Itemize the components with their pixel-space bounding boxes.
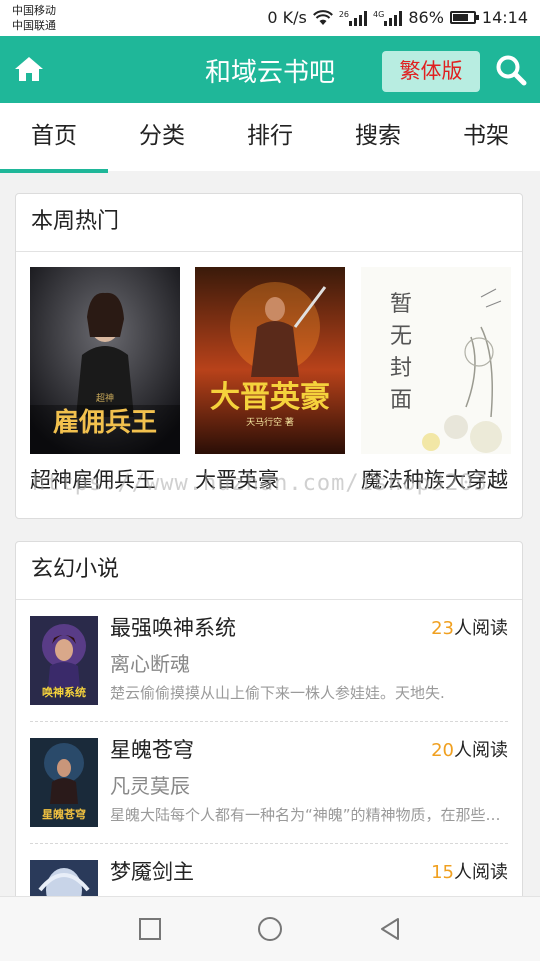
cover-title: 雇佣兵王: [53, 407, 157, 438]
book-list-item[interactable]: 星魄苍穹 星魄苍穹 20人阅读 凡灵莫辰 星魄大陆每个人都有一种名为“神魄”的精…: [30, 722, 508, 844]
read-count: 23人阅读: [431, 614, 508, 640]
battery-fill: [452, 14, 469, 21]
app-header: 和域云书吧 繁体版: [0, 36, 540, 103]
read-count-number: 23: [431, 618, 454, 639]
book-cover[interactable]: 超神 雇佣兵王: [30, 267, 180, 454]
tab-bookshelf[interactable]: 书架: [432, 103, 540, 171]
system-nav-bar: [0, 896, 540, 961]
fantasy-novels-panel: 玄幻小说 唤神系统 最强唤神系统 23人阅读 离心断魂 楚云偷偷摸摸从山上偷下来…: [15, 541, 523, 921]
read-count-suffix: 人阅读: [454, 862, 508, 883]
battery-icon: [449, 11, 479, 24]
book-description: 楚云偷偷摸摸从山上偷下来一株人参娃娃。天地失.: [110, 684, 445, 702]
weekly-hot-panel: 本周热门 超神 雇佣兵王 超神雇佣兵王 大晋英豪 天马行空 著 大晋英豪 暂 无…: [15, 193, 523, 519]
tab-search[interactable]: 搜索: [324, 103, 432, 171]
hot-book-title[interactable]: 超神雇佣兵王: [30, 464, 180, 494]
main-tabs: 首页 分类 排行 搜索 书架: [0, 103, 540, 173]
clock: 14:14: [481, 8, 528, 27]
signal-2-icon: [384, 10, 403, 26]
book-cover[interactable]: 唤神系统: [30, 616, 98, 705]
fantasy-heading: 玄幻小说: [16, 542, 522, 600]
signal-1-label: 26: [338, 9, 350, 19]
book-title[interactable]: 梦魇剑主: [110, 856, 194, 886]
book-cover[interactable]: 星魄苍穹: [30, 738, 98, 827]
carrier-2: 中国联通: [12, 19, 56, 32]
hot-book-title[interactable]: 魔法种族大穿越: [361, 464, 511, 494]
read-count-suffix: 人阅读: [454, 618, 508, 639]
hot-book-item[interactable]: 大晋英豪 天马行空 著 大晋英豪: [195, 267, 345, 494]
book-description: 星魄大陆每个人都有一种名为“神魄”的精神物质，在那些灵魂: [110, 806, 508, 824]
book-author[interactable]: 离心断魂: [110, 648, 190, 677]
signal-1-icon: [349, 10, 368, 26]
battery-percent: 86%: [408, 8, 444, 27]
back-icon[interactable]: [376, 915, 404, 943]
hot-book-item[interactable]: 超神 雇佣兵王 超神雇佣兵王: [30, 267, 180, 494]
cover-title: 大晋英豪: [210, 380, 330, 415]
tab-category[interactable]: 分类: [108, 103, 216, 171]
svg-text:面: 面: [390, 388, 412, 413]
read-count: 15人阅读: [431, 858, 508, 884]
network-speed: 0 K/s: [267, 8, 307, 27]
home-icon[interactable]: [14, 56, 44, 82]
read-count-number: 20: [431, 740, 454, 761]
book-author[interactable]: 凡灵莫辰: [110, 770, 190, 799]
cover-title: 暂: [390, 292, 412, 317]
status-bar: 中国移动 中国联通 0 K/s 26 4G 86% 14:14: [0, 0, 540, 36]
circle-home-icon[interactable]: [256, 915, 284, 943]
wifi-icon: [312, 9, 333, 25]
traditional-chinese-button[interactable]: 繁体版: [382, 51, 480, 92]
carrier-info: 中国移动 中国联通: [12, 3, 56, 33]
hot-book-item[interactable]: 暂 无 封 面 魔法种族大穿越: [361, 267, 511, 494]
svg-text:封: 封: [390, 356, 412, 381]
status-indicators: 0 K/s 26 4G 86% 14:14: [267, 8, 528, 27]
read-count: 20人阅读: [431, 736, 508, 762]
read-count-number: 15: [431, 862, 454, 883]
read-count-suffix: 人阅读: [454, 740, 508, 761]
search-icon[interactable]: [495, 54, 527, 86]
recent-apps-icon[interactable]: [136, 915, 164, 943]
book-title[interactable]: 最强唤神系统: [110, 612, 236, 642]
cover-title: 星魄苍穹: [42, 807, 86, 821]
carrier-1: 中国移动: [12, 4, 56, 17]
signal-2-label: 4G: [373, 9, 385, 19]
book-cover[interactable]: 大晋英豪 天马行空 著: [195, 267, 345, 454]
book-cover[interactable]: 暂 无 封 面: [361, 267, 511, 454]
book-title[interactable]: 星魄苍穹: [110, 734, 194, 764]
weekly-hot-heading: 本周热门: [16, 194, 522, 252]
cover-title: 唤神系统: [42, 685, 86, 699]
cover-small-label: 天马行空 著: [246, 416, 294, 428]
tab-ranking[interactable]: 排行: [216, 103, 324, 171]
cover-small-label: 超神: [96, 392, 114, 404]
book-list-item[interactable]: 唤神系统 最强唤神系统 23人阅读 离心断魂 楚云偷偷摸摸从山上偷下来一株人参娃…: [30, 600, 508, 722]
hot-book-title[interactable]: 大晋英豪: [195, 464, 345, 494]
svg-text:无: 无: [390, 324, 412, 349]
weekly-hot-list: 超神 雇佣兵王 超神雇佣兵王 大晋英豪 天马行空 著 大晋英豪 暂 无 封 面 …: [16, 252, 522, 514]
tab-home[interactable]: 首页: [0, 103, 108, 173]
